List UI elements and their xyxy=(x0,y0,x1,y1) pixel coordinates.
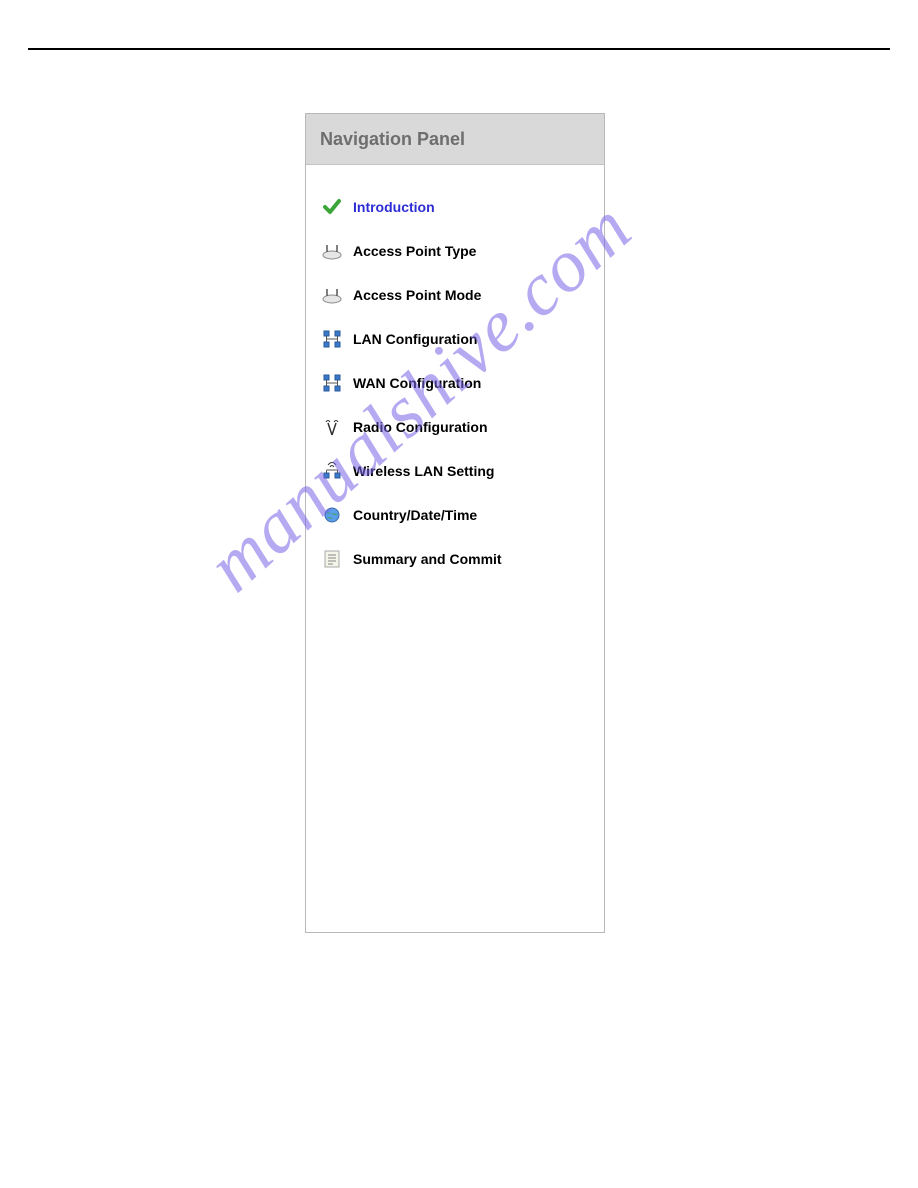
nav-item-country-date-time[interactable]: Country/Date/Time xyxy=(321,493,592,537)
nav-label: Access Point Type xyxy=(353,243,476,259)
wan-icon xyxy=(321,372,343,394)
globe-icon xyxy=(321,504,343,526)
nav-item-access-point-type[interactable]: Access Point Type xyxy=(321,229,592,273)
nav-label: Access Point Mode xyxy=(353,287,481,303)
nav-label: Summary and Commit xyxy=(353,551,502,567)
nav-item-summary-commit[interactable]: Summary and Commit xyxy=(321,537,592,581)
panel-header: Navigation Panel xyxy=(306,114,604,165)
nav-item-wireless-lan-setting[interactable]: Wireless LAN Setting xyxy=(321,449,592,493)
nav-label: WAN Configuration xyxy=(353,375,481,391)
panel-body: Introduction Access Point Type Acces xyxy=(306,165,604,591)
lan-icon xyxy=(321,328,343,350)
nav-item-lan-configuration[interactable]: LAN Configuration xyxy=(321,317,592,361)
check-icon xyxy=(321,196,343,218)
nav-item-wan-configuration[interactable]: WAN Configuration xyxy=(321,361,592,405)
navigation-panel: Navigation Panel Introduction Access Poi… xyxy=(305,113,605,933)
wireless-lan-icon xyxy=(321,460,343,482)
document-icon xyxy=(321,548,343,570)
nav-label: Introduction xyxy=(353,199,435,215)
nav-label: Radio Configuration xyxy=(353,419,488,435)
nav-item-access-point-mode[interactable]: Access Point Mode xyxy=(321,273,592,317)
antenna-icon xyxy=(321,416,343,438)
nav-item-radio-configuration[interactable]: Radio Configuration xyxy=(321,405,592,449)
nav-label: LAN Configuration xyxy=(353,331,477,347)
top-divider xyxy=(28,48,890,50)
nav-label: Country/Date/Time xyxy=(353,507,477,523)
access-point-icon xyxy=(321,240,343,262)
nav-item-introduction[interactable]: Introduction xyxy=(321,185,592,229)
access-point-icon xyxy=(321,284,343,306)
nav-label: Wireless LAN Setting xyxy=(353,463,494,479)
panel-title: Navigation Panel xyxy=(320,129,465,150)
